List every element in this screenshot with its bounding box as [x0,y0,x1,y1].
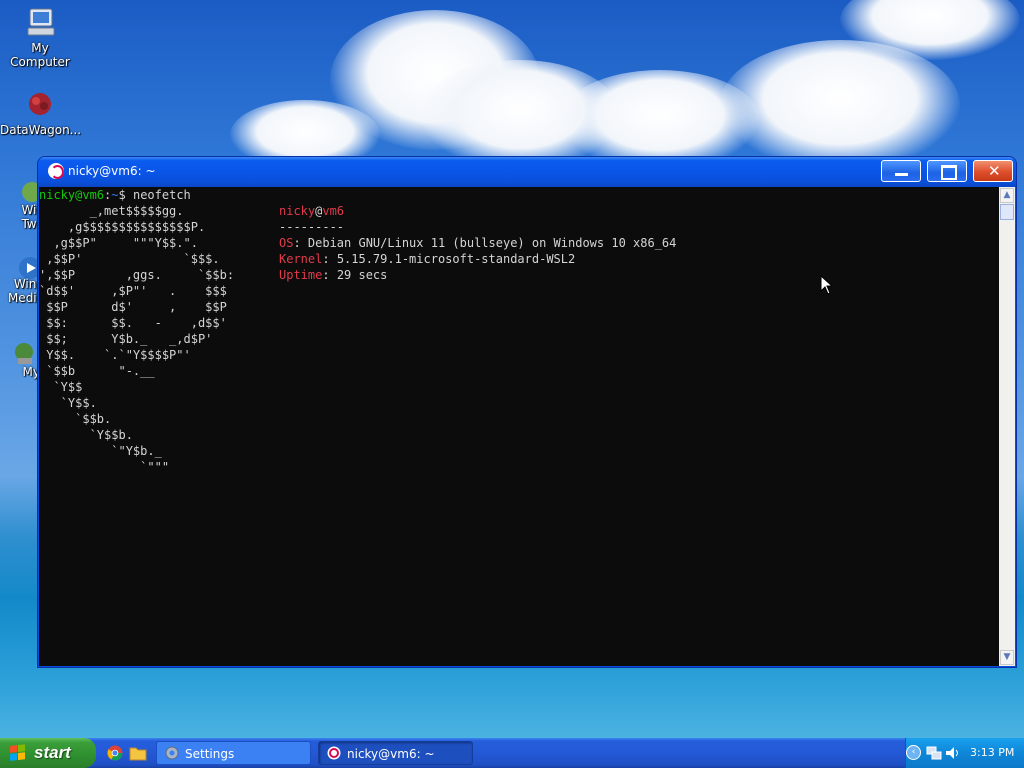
command-text: neofetch [132,188,191,202]
terminal-window[interactable]: nicky@vm6: ~ ✕ nicky@vm6:~$ neofetch _,m… [38,157,1016,667]
window-title: nicky@vm6: ~ [68,164,156,178]
my-computer-icon [24,6,56,38]
scroll-down-button[interactable]: ▼ [1000,650,1014,665]
taskbar: start Settings nicky@vm6: ~ ‹ 3:13 PM [0,738,1024,768]
terminal-output[interactable]: nicky@vm6:~$ neofetch _,met$$$$$gg. ,g$$… [39,187,999,666]
prompt-user: nicky@vm6 [39,188,105,202]
desktop-icon-label: My Computer [10,41,70,69]
minimize-icon [895,173,908,176]
prompt-symbol: $ [118,188,126,202]
vertical-scrollbar[interactable]: ▲ ▼ [999,187,1015,666]
info-host: vm6 [322,204,345,218]
chrome-icon[interactable] [107,745,123,761]
uptime-value: 29 secs [336,268,388,282]
start-label: start [34,743,71,762]
close-icon: ✕ [988,162,1001,180]
window-titlebar[interactable]: nicky@vm6: ~ ✕ [38,157,1016,187]
task-label: Settings [185,747,235,761]
debian-icon [48,163,64,179]
uptime-label: Uptime [279,268,323,282]
windows-flag-icon [10,744,26,762]
desktop-icon-label: DataWagon... [0,123,82,137]
neofetch-info: nicky@vm6 --------- OS: Debian GNU/Linux… [279,204,677,282]
task-button-settings[interactable]: Settings [156,741,311,765]
kernel-value: 5.15.79.1-microsoft-standard-WSL2 [336,252,576,266]
prompt-path: ~ [111,188,119,202]
settings-gear-icon [165,746,179,760]
desktop-icon-my-computer[interactable]: My Computer [0,6,80,69]
datawagon-icon [24,88,56,120]
desktop-icon-datawagon[interactable]: DataWagon... [0,88,82,137]
debian-icon [327,746,341,760]
scroll-up-button[interactable]: ▲ [1000,188,1014,203]
show-hidden-icons-button[interactable]: ‹ [906,745,921,760]
maximize-button[interactable] [927,160,967,182]
minimize-button[interactable] [881,160,921,182]
close-button[interactable]: ✕ [973,160,1013,182]
mouse-cursor-icon [820,275,834,295]
os-label: OS [279,236,294,250]
debian-ascii-logo: _,met$$$$$gg. ,g$$$$$$$$$$$$$$$P. ,g$$P"… [39,204,235,474]
scroll-thumb[interactable] [1000,204,1014,220]
clock: 3:13 PM [970,746,1015,759]
volume-icon[interactable] [944,745,962,761]
start-button[interactable]: start [0,738,96,768]
maximize-icon [941,165,957,180]
kernel-label: Kernel [279,252,323,266]
task-button-terminal[interactable]: nicky@vm6: ~ [318,741,473,765]
system-tray: ‹ 3:13 PM [905,738,1024,768]
os-value: Debian GNU/Linux 11 (bullseye) on Window… [307,236,677,250]
info-separator: --------- [279,220,345,234]
folder-icon[interactable] [129,745,147,761]
prompt-line: nicky@vm6:~$ neofetch [39,187,191,203]
task-label: nicky@vm6: ~ [347,747,435,761]
desktop-icon-my[interactable]: My [0,338,40,379]
network-icon[interactable] [926,745,942,761]
info-user: nicky [279,204,316,218]
